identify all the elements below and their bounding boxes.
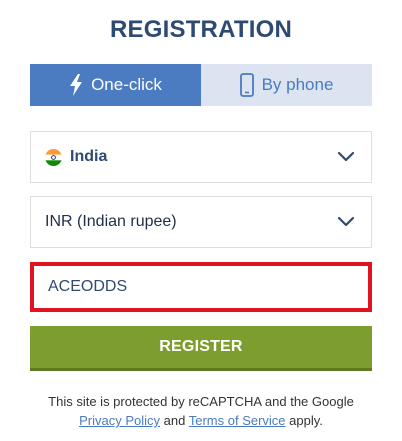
- chevron-down-icon: [337, 150, 355, 168]
- phone-icon: [239, 73, 254, 97]
- page-title: REGISTRATION: [110, 16, 292, 43]
- terms-of-service-link[interactable]: Terms of Service: [189, 413, 286, 428]
- promo-code-field: [30, 262, 372, 312]
- recaptcha-notice: This site is protected by reCAPTCHA and …: [0, 392, 402, 430]
- tab-by-phone[interactable]: By phone: [201, 64, 372, 106]
- privacy-policy-link[interactable]: Privacy Policy: [79, 413, 160, 428]
- currency-select[interactable]: INR (Indian rupee): [30, 196, 372, 248]
- recaptcha-text: This site is protected by reCAPTCHA and …: [48, 394, 354, 409]
- tab-one-click[interactable]: One-click: [30, 64, 201, 106]
- registration-tabs: One-click By phone: [30, 64, 372, 106]
- currency-value: INR (Indian rupee): [45, 213, 177, 230]
- country-select[interactable]: India: [30, 131, 372, 183]
- apply-text: apply.: [289, 413, 323, 428]
- chevron-down-icon: [337, 215, 355, 233]
- tab-one-click-label: One-click: [91, 75, 162, 94]
- lightning-icon: [69, 74, 83, 96]
- register-button[interactable]: REGISTER: [30, 326, 372, 371]
- tab-by-phone-label: By phone: [261, 75, 334, 94]
- india-flag-icon: [45, 148, 62, 166]
- country-value: India: [70, 148, 108, 165]
- promo-code-input[interactable]: [48, 278, 348, 296]
- and-text: and: [163, 413, 186, 428]
